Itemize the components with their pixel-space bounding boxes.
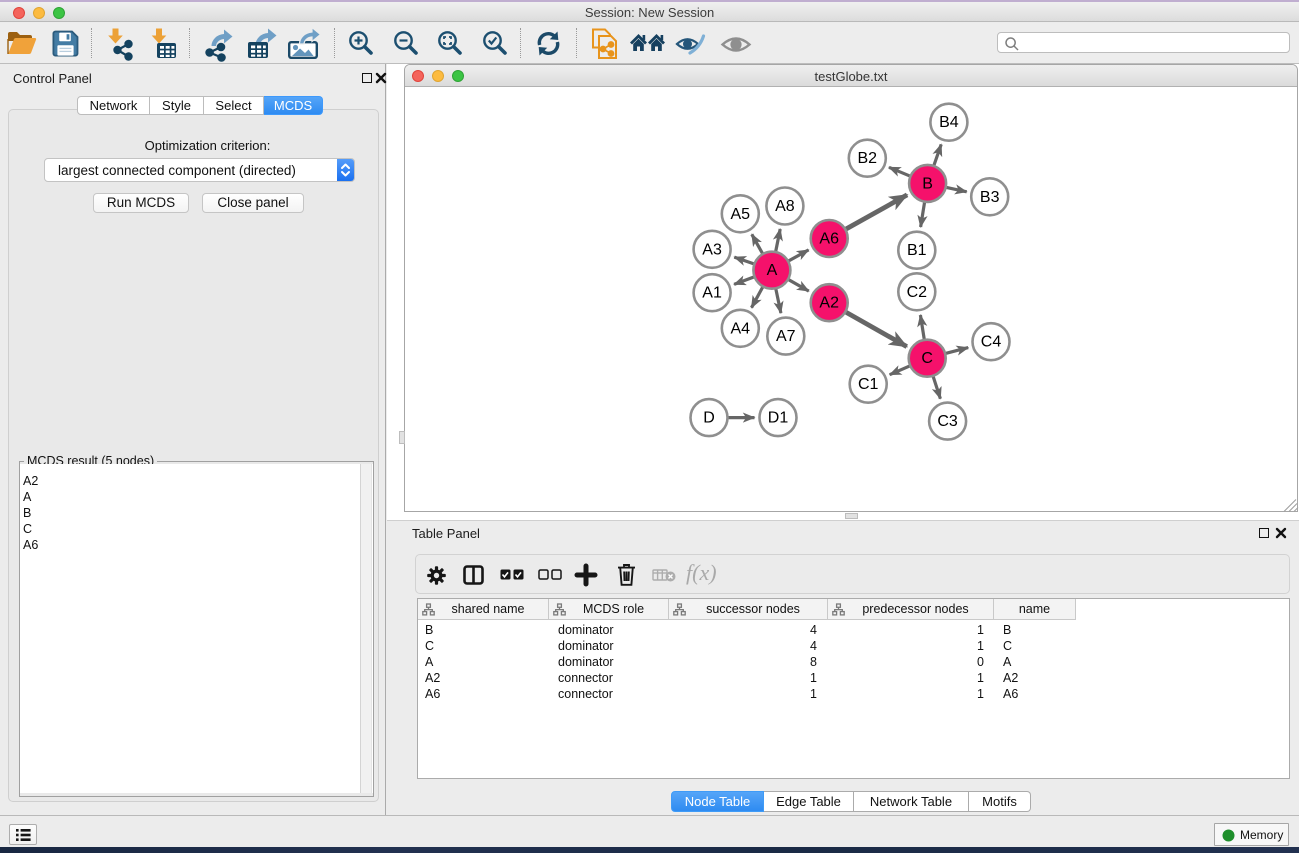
svg-text:A: A [767, 262, 778, 279]
svg-text:D1: D1 [768, 410, 789, 427]
svg-text:A7: A7 [776, 328, 796, 345]
svg-text:B3: B3 [980, 189, 1000, 206]
svg-text:B2: B2 [858, 150, 878, 167]
svg-text:C1: C1 [858, 376, 879, 393]
svg-text:A3: A3 [702, 241, 722, 258]
svg-text:C4: C4 [981, 334, 1002, 351]
svg-text:A4: A4 [731, 320, 751, 337]
svg-text:A6: A6 [819, 231, 839, 248]
svg-text:C2: C2 [907, 284, 928, 301]
svg-text:C3: C3 [937, 413, 958, 430]
svg-text:B1: B1 [907, 242, 927, 259]
svg-text:B4: B4 [939, 114, 959, 131]
svg-text:B: B [922, 175, 933, 192]
svg-text:A8: A8 [775, 198, 795, 215]
svg-text:A1: A1 [702, 285, 722, 302]
svg-text:A2: A2 [819, 295, 839, 312]
svg-text:A5: A5 [731, 206, 751, 223]
svg-text:D: D [703, 410, 715, 427]
svg-text:C: C [921, 350, 933, 367]
